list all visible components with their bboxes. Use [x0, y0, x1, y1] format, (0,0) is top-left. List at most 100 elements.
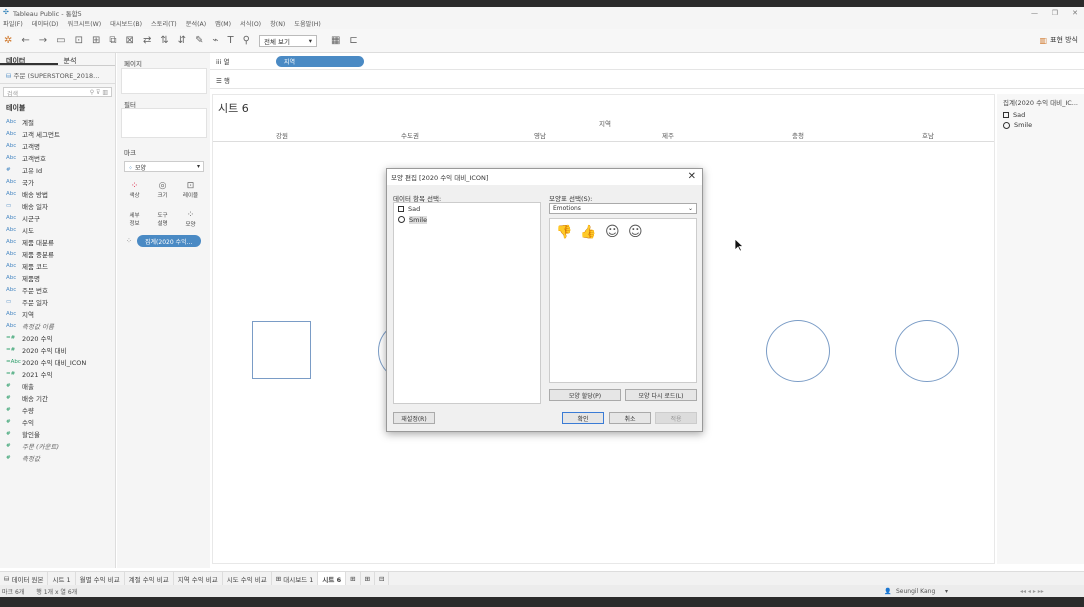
data-item-smile[interactable]: Smile	[394, 214, 540, 225]
mark-type-select[interactable]: ⁘ 모양 ▾	[124, 161, 204, 172]
field-item[interactable]: Abc 주문 번호	[0, 284, 115, 296]
field-item[interactable]: Abc 시도	[0, 224, 115, 236]
sort-asc-icon[interactable]: ⇅	[160, 35, 168, 47]
field-item[interactable]: Abc 제품 코드	[0, 260, 115, 272]
column-header-gangwon[interactable]: 강원	[276, 130, 288, 140]
legend-item-smile[interactable]: Smile	[997, 120, 1084, 130]
field-item[interactable]: Abc 계절	[0, 116, 115, 128]
menu-dashboard[interactable]: 대시보드(B)	[110, 19, 142, 28]
tab-datasource[interactable]: ⛁ 데이터 원본	[0, 571, 49, 586]
new-datasource-icon[interactable]: ⊡	[75, 35, 83, 47]
clear-sheet-icon[interactable]: ⊠	[126, 35, 134, 47]
tab-data[interactable]: 데이터	[0, 53, 58, 65]
redo-icon[interactable]: →	[39, 35, 47, 47]
undo-icon[interactable]: ←	[21, 35, 29, 47]
field-item[interactable]: # 주문 (카운트)	[0, 440, 115, 452]
column-header-chungcheong[interactable]: 충청	[792, 130, 804, 140]
label-button[interactable]: ⊡ 레이블	[178, 177, 203, 202]
field-item[interactable]: =# 2020 수익	[0, 332, 115, 344]
column-header-yeongnam[interactable]: 영남	[534, 130, 546, 140]
field-item[interactable]: # 배송 기간	[0, 392, 115, 404]
tab-sheet1[interactable]: 시트 1	[48, 571, 76, 586]
fit-view-select[interactable]: 전체 보기 ▾	[258, 34, 317, 47]
new-story-icon[interactable]: ⊟	[375, 571, 390, 586]
menu-format[interactable]: 서식(O)	[240, 19, 261, 28]
columns-pill-region[interactable]: 지역	[276, 55, 364, 67]
wink-face-icon[interactable]: ☺	[605, 224, 620, 240]
column-header-sudogwon[interactable]: 수도권	[401, 130, 419, 140]
sort-desc-icon[interactable]: ⇵	[178, 35, 186, 47]
detail-button[interactable]: 세부 정보	[122, 206, 147, 231]
columns-shelf[interactable]: iii 열 지역	[210, 53, 1084, 70]
tab-province[interactable]: 시도 수익 비교	[223, 571, 272, 586]
field-item[interactable]: Abc 제품명	[0, 272, 115, 284]
field-item[interactable]: =# 2021 수익	[0, 368, 115, 380]
presentation-icon[interactable]: ⊏	[349, 35, 357, 47]
field-item[interactable]: Abc 국가	[0, 176, 115, 188]
save-icon[interactable]: ▭	[56, 35, 65, 47]
field-item[interactable]: Abc 측정값 이름	[0, 320, 115, 332]
field-item[interactable]: # 할인율	[0, 428, 115, 440]
new-worksheet-icon[interactable]: ⊞	[346, 571, 361, 586]
duplicate-icon[interactable]: ⧉	[109, 35, 116, 47]
show-cards-icon[interactable]: ▦	[331, 35, 340, 47]
tooltip-button[interactable]: 도구 설명	[150, 206, 175, 231]
pages-shelf[interactable]	[121, 68, 207, 94]
label-icon[interactable]: T	[228, 35, 234, 47]
field-item[interactable]: ▭ 배송 일자	[0, 200, 115, 212]
tab-sheet6[interactable]: 시트 6	[318, 571, 347, 586]
maximize-icon[interactable]: ❐	[1052, 7, 1058, 18]
field-item[interactable]: # 매출	[0, 380, 115, 392]
datasource-item[interactable]: ⛁ 주문 (SUPERSTORE_2018...	[0, 66, 115, 84]
rows-shelf[interactable]: ☰ 행	[210, 72, 1084, 89]
sheet-nav-icons[interactable]: ◂◂ ◂ ▸ ▸▸	[1020, 588, 1044, 595]
new-dashboard-icon[interactable]: ⊞	[361, 571, 376, 586]
swap-icon[interactable]: ⇄	[143, 35, 151, 47]
field-item[interactable]: Abc 고객번호	[0, 152, 115, 164]
ok-button[interactable]: 확인	[562, 412, 604, 424]
size-button[interactable]: ◎ 크기	[150, 177, 175, 202]
chevron-down-icon[interactable]: ▾	[945, 588, 948, 595]
mark-square-gangwon[interactable]	[252, 321, 311, 379]
thumbs-down-icon[interactable]: 👎	[556, 225, 572, 240]
column-header-honam[interactable]: 호남	[922, 130, 934, 140]
tab-analysis[interactable]: 분석	[58, 53, 116, 65]
filters-shelf[interactable]	[121, 108, 207, 138]
field-item[interactable]: Abc 배송 방법	[0, 188, 115, 200]
legend-item-sad[interactable]: Sad	[997, 110, 1084, 120]
cancel-button[interactable]: 취소	[609, 412, 651, 424]
field-item[interactable]: Abc 고객명	[0, 140, 115, 152]
shape-button[interactable]: ⁘ 모양	[178, 206, 203, 231]
field-item[interactable]: # 수익	[0, 416, 115, 428]
menu-help[interactable]: 도움말(H)	[294, 19, 321, 28]
close-icon[interactable]: ✕	[688, 171, 696, 182]
field-item[interactable]: Abc 제품 중분류	[0, 248, 115, 260]
mark-circle-chungcheong[interactable]	[766, 320, 830, 382]
field-item[interactable]: Abc 시군구	[0, 212, 115, 224]
shape-field-pill[interactable]: 집계(2020 수익...	[137, 235, 201, 247]
menu-file[interactable]: 파일(F)	[3, 19, 23, 28]
highlight-icon[interactable]: ✎	[195, 35, 203, 47]
field-item[interactable]: =# 2020 수익 대비	[0, 344, 115, 356]
color-button[interactable]: ⁘ 색상	[122, 177, 147, 202]
reload-shapes-button[interactable]: 모양 다시 로드(L)	[625, 389, 697, 401]
menu-story[interactable]: 스토리(T)	[151, 19, 177, 28]
assign-palette-button[interactable]: 모양 할당(P)	[549, 389, 621, 401]
menu-window[interactable]: 창(N)	[270, 19, 285, 28]
menu-data[interactable]: 데이터(D)	[32, 19, 59, 28]
field-item[interactable]: # 고유 Id	[0, 164, 115, 176]
menu-analysis[interactable]: 분석(A)	[186, 19, 206, 28]
tableau-home-icon[interactable]: ✲	[4, 35, 12, 47]
field-item[interactable]: Abc 고객 세그먼트	[0, 128, 115, 140]
reset-button[interactable]: 재설정(R)	[393, 412, 435, 424]
field-item[interactable]: =Abc 2020 수익 대비_ICON	[0, 356, 115, 368]
tab-dashboard1[interactable]: ⊞ 대시보드 1	[272, 571, 319, 586]
column-header-jeju[interactable]: 제주	[662, 130, 674, 140]
field-item[interactable]: Abc 제품 대분류	[0, 236, 115, 248]
field-item[interactable]: Abc 지역	[0, 308, 115, 320]
close-window-icon[interactable]: ✕	[1072, 7, 1078, 18]
field-item[interactable]: ▭ 주문 일자	[0, 296, 115, 308]
field-search-input[interactable]: 검색 ⚲ ⊽ ▥	[3, 87, 112, 98]
group-icon[interactable]: ⌁	[213, 35, 219, 47]
tab-monthly[interactable]: 월별 수익 비교	[76, 571, 125, 586]
